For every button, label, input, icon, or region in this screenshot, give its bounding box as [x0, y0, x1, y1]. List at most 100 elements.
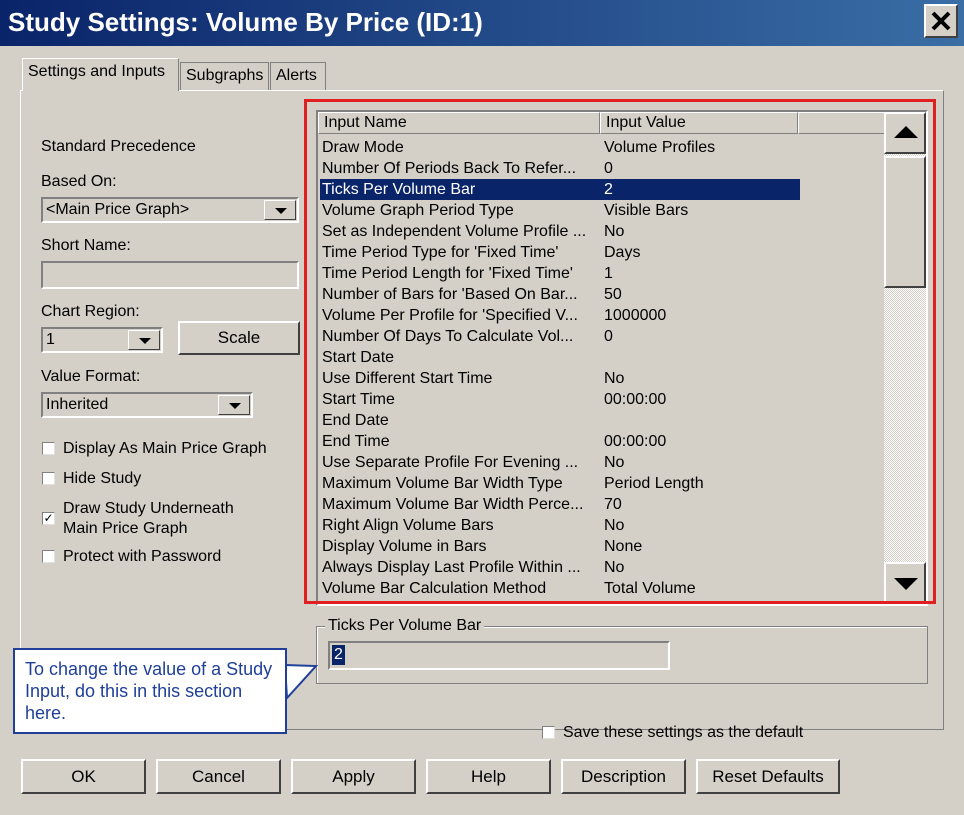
table-row[interactable]: Volume Per Profile for 'Specified V... 10… — [320, 305, 800, 326]
input-value-cell: Days — [604, 244, 641, 261]
chevron-down-icon — [264, 200, 296, 220]
input-name-cell: Set as Independent Volume Profile ... — [322, 223, 587, 240]
draw-study-underneath-label: Draw Study Underneath — [63, 500, 234, 517]
reset-defaults-button[interactable]: Reset Defaults — [696, 759, 840, 794]
input-value-cell: No — [604, 559, 625, 576]
help-button[interactable]: Help — [426, 759, 551, 794]
input-name-cell: Number Of Periods Back To Refer... — [322, 160, 577, 177]
close-button[interactable] — [924, 4, 958, 38]
input-value-cell: Visible Bars — [604, 202, 689, 219]
table-row[interactable]: End Date — [320, 410, 800, 431]
save-as-default-checkbox[interactable] — [542, 726, 555, 739]
table-row[interactable]: Volume Bar Calculation Method Total Volum… — [320, 578, 800, 599]
input-value-cell: No — [604, 223, 625, 240]
table-row[interactable]: Start Date — [320, 347, 800, 368]
based-on-label: Based On: — [41, 173, 117, 190]
window-title: Study Settings: Volume By Price (ID:1) — [8, 7, 483, 37]
table-row[interactable]: Draw Mode Volume Profiles — [320, 137, 800, 158]
triangle-up-icon — [894, 126, 918, 138]
study-inputs-grid[interactable]: Input Name Input Value Draw Mode Volume P… — [316, 110, 928, 606]
input-name-cell: Volume Bar Calculation Method — [322, 580, 547, 597]
table-row[interactable]: Maximum Volume Bar Width Type Period Leng… — [320, 473, 800, 494]
input-name-cell: Right Align Volume Bars — [322, 517, 494, 534]
input-value-cell: 70 — [604, 496, 622, 513]
input-value-text: 2 — [332, 645, 345, 665]
input-value-cell: Total Volume — [604, 580, 696, 597]
table-row[interactable]: Time Period Length for 'Fixed Time' 1 — [320, 263, 800, 284]
table-row[interactable]: Start Time 00:00:00 — [320, 389, 800, 410]
close-icon — [931, 11, 951, 31]
vertical-scrollbar[interactable] — [884, 112, 926, 604]
input-value-cell: 0 — [604, 328, 613, 345]
apply-button[interactable]: Apply — [291, 759, 416, 794]
input-editor-title: Ticks Per Volume Bar — [325, 617, 485, 635]
cancel-button[interactable]: Cancel — [156, 759, 281, 794]
table-row[interactable]: Time Period Type for 'Fixed Time' Days — [320, 242, 800, 263]
short-name-input[interactable] — [41, 261, 299, 289]
tab-settings-and-inputs[interactable]: Settings and Inputs — [22, 58, 179, 91]
table-row[interactable]: Right Align Volume Bars No — [320, 515, 800, 536]
input-name-cell: Maximum Volume Bar Width Type — [322, 475, 563, 492]
input-value-cell: Period Length — [604, 475, 704, 492]
scroll-down-button[interactable] — [884, 562, 926, 604]
table-row[interactable]: Volume Graph Period Type Visible Bars — [320, 200, 800, 221]
scale-button[interactable]: Scale — [178, 321, 300, 355]
based-on-value: <Main Price Graph> — [46, 201, 190, 218]
input-name-cell: Time Period Type for 'Fixed Time' — [322, 244, 559, 261]
input-name-cell: Number Of Days To Calculate Vol... — [322, 328, 574, 345]
table-row[interactable]: Display Volume in Bars None — [320, 536, 800, 557]
table-row[interactable]: Maximum Volume Bar Width Perce... 70 — [320, 494, 800, 515]
input-name-cell: Volume Graph Period Type — [322, 202, 514, 219]
input-name-cell: Time Period Length for 'Fixed Time' — [322, 265, 573, 282]
draw-study-underneath-checkbox[interactable]: ✓ — [42, 512, 55, 525]
column-header-input-value[interactable]: Input Value — [600, 112, 798, 134]
input-value-cell: No — [604, 517, 625, 534]
chevron-down-icon — [218, 395, 250, 415]
input-name-cell: Volume Per Profile for 'Specified V... — [322, 307, 578, 324]
input-value-field[interactable]: 2 — [328, 641, 670, 670]
input-value-cell: 2 — [604, 181, 613, 198]
protect-with-password-label: Protect with Password — [63, 548, 222, 565]
table-row[interactable]: Number Of Days To Calculate Vol... 0 — [320, 326, 800, 347]
column-header-input-name[interactable]: Input Name — [318, 112, 600, 134]
input-value-cell: Volume Profiles — [604, 139, 716, 156]
table-row[interactable]: Number Of Periods Back To Refer... 0 — [320, 158, 800, 179]
ok-button[interactable]: OK — [21, 759, 146, 794]
table-row[interactable]: Ticks Per Volume Bar 2 — [320, 179, 800, 200]
input-name-cell: End Time — [322, 433, 390, 450]
value-format-select[interactable]: Inherited — [41, 392, 253, 418]
table-row[interactable]: Set as Independent Volume Profile ... No — [320, 221, 800, 242]
input-name-cell: Start Time — [322, 391, 395, 408]
hide-study-checkbox[interactable] — [42, 472, 55, 485]
input-value-cell: No — [604, 370, 625, 387]
scroll-thumb[interactable] — [884, 156, 926, 288]
table-row[interactable]: Number of Bars for 'Based On Bar... 50 — [320, 284, 800, 305]
description-button[interactable]: Description — [561, 759, 686, 794]
tab-alerts[interactable]: Alerts — [270, 62, 326, 90]
tab-subgraphs[interactable]: Subgraphs — [180, 62, 269, 90]
title-bar: Study Settings: Volume By Price (ID:1) — [0, 0, 964, 46]
scroll-up-button[interactable] — [884, 112, 926, 154]
input-name-cell: Maximum Volume Bar Width Perce... — [322, 496, 584, 513]
input-name-cell: Ticks Per Volume Bar — [322, 181, 476, 198]
input-name-cell: Number of Bars for 'Based On Bar... — [322, 286, 578, 303]
input-value-cell: 50 — [604, 286, 622, 303]
draw-study-underneath-label-line2: Main Price Graph — [63, 520, 188, 537]
based-on-select[interactable]: <Main Price Graph> — [41, 197, 299, 223]
input-value-cell: 1 — [604, 265, 613, 282]
protect-with-password-checkbox[interactable] — [42, 550, 55, 563]
table-row[interactable]: Use Different Start Time No — [320, 368, 800, 389]
callout-note: To change the value of a Study Input, do… — [13, 648, 287, 734]
input-name-cell: Always Display Last Profile Within ... — [322, 559, 581, 576]
standard-precedence-label: Standard Precedence — [41, 138, 196, 155]
display-as-main-price-graph-checkbox[interactable] — [42, 442, 55, 455]
table-row[interactable]: Always Display Last Profile Within ... No — [320, 557, 800, 578]
chart-region-select[interactable]: 1 — [41, 327, 163, 353]
table-row[interactable]: Use Separate Profile For Evening ... No — [320, 452, 800, 473]
input-value-cell: 1000000 — [604, 307, 667, 324]
input-name-cell: Draw Mode — [322, 139, 404, 156]
input-value-cell: None — [604, 538, 643, 555]
input-value-cell: 00:00:00 — [604, 433, 667, 450]
table-row[interactable]: End Time 00:00:00 — [320, 431, 800, 452]
input-name-cell: Display Volume in Bars — [322, 538, 487, 555]
